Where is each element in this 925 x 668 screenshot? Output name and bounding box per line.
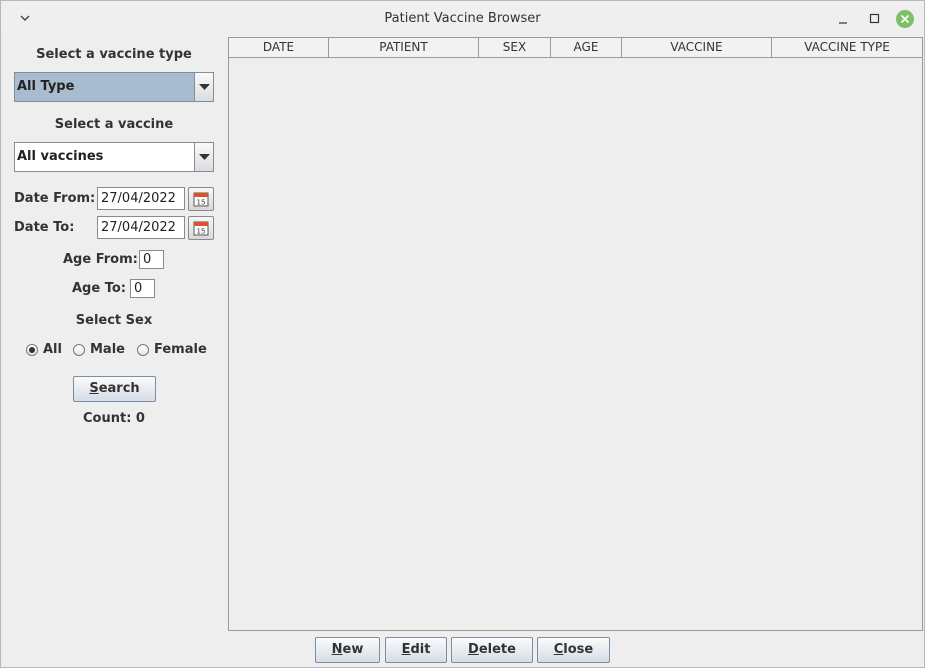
- svg-text:15: 15: [197, 228, 206, 236]
- sex-radio-female[interactable]: Female: [137, 342, 207, 357]
- delete-button[interactable]: Delete: [451, 637, 533, 663]
- search-button-mnemonic: S: [89, 381, 99, 396]
- column-header-vaccine-type[interactable]: VACCINE TYPE: [772, 38, 922, 57]
- window-title: Patient Vaccine Browser: [384, 11, 541, 26]
- sex-radio-male[interactable]: Male: [73, 342, 125, 357]
- sex-radio-female-label: Female: [154, 342, 207, 357]
- column-header-sex[interactable]: SEX: [479, 38, 551, 57]
- sex-label: Select Sex: [75, 313, 153, 328]
- column-header-date[interactable]: DATE: [229, 38, 329, 57]
- close-button-mnemonic: C: [553, 642, 564, 657]
- vaccine-value: All vaccines: [17, 149, 104, 164]
- date-from-calendar-button[interactable]: 15: [188, 187, 214, 211]
- minimize-icon[interactable]: [835, 10, 853, 28]
- maximize-icon[interactable]: [866, 10, 884, 28]
- vaccine-type-value: All Type: [17, 79, 75, 94]
- delete-button-mnemonic: D: [468, 642, 479, 657]
- date-from-label: Date From:: [14, 191, 96, 206]
- vaccine-label: Select a vaccine: [54, 117, 174, 132]
- svg-text:15: 15: [197, 199, 206, 207]
- vaccine-select[interactable]: All vaccines: [14, 142, 214, 172]
- chevron-down-icon[interactable]: [194, 143, 213, 171]
- title-bar: Patient Vaccine Browser: [1, 1, 924, 37]
- radio-selected-icon: [26, 343, 38, 356]
- age-from-label: Age From:: [63, 252, 138, 267]
- close-button-label: lose: [563, 642, 594, 657]
- date-to-label: Date To:: [14, 220, 75, 235]
- column-header-vaccine[interactable]: VACCINE: [622, 38, 772, 57]
- sex-radio-male-label: Male: [90, 342, 125, 357]
- close-icon[interactable]: [896, 10, 914, 28]
- chevron-down-icon[interactable]: [194, 73, 213, 101]
- age-from-field[interactable]: 0: [139, 250, 164, 269]
- new-button-mnemonic: N: [331, 642, 343, 657]
- vaccine-type-label: Select a vaccine type: [36, 47, 192, 62]
- age-to-field[interactable]: 0: [130, 279, 155, 298]
- delete-button-label: elete: [478, 642, 516, 657]
- table-header: DATE PATIENT SEX AGE VACCINE VACCINE TYP…: [229, 38, 922, 58]
- app-window: Patient Vaccine Browser Select a vaccine…: [0, 0, 925, 668]
- calendar-icon: 15: [193, 192, 209, 207]
- count-label: Count: 0: [83, 411, 145, 426]
- vaccine-type-select[interactable]: All Type: [14, 72, 214, 102]
- close-button[interactable]: Close: [537, 637, 610, 663]
- sex-radio-all[interactable]: All: [26, 342, 62, 357]
- age-to-label: Age To:: [72, 281, 126, 296]
- date-to-calendar-button[interactable]: 15: [188, 216, 214, 240]
- radio-unselected-icon: [137, 343, 149, 356]
- column-header-age[interactable]: AGE: [551, 38, 622, 57]
- new-button[interactable]: New: [315, 637, 380, 663]
- calendar-icon: 15: [193, 221, 209, 236]
- edit-button-label: dit: [410, 642, 431, 657]
- search-button[interactable]: Search: [73, 376, 156, 402]
- edit-button[interactable]: Edit: [385, 637, 447, 663]
- radio-unselected-icon: [73, 343, 85, 356]
- results-table[interactable]: DATE PATIENT SEX AGE VACCINE VACCINE TYP…: [228, 37, 923, 631]
- new-button-label: ew: [342, 642, 364, 657]
- date-from-field[interactable]: 27/04/2022: [97, 187, 185, 210]
- sex-radio-all-label: All: [43, 342, 62, 357]
- search-button-label: earch: [98, 381, 140, 396]
- column-header-patient[interactable]: PATIENT: [329, 38, 479, 57]
- date-to-field[interactable]: 27/04/2022: [97, 216, 185, 239]
